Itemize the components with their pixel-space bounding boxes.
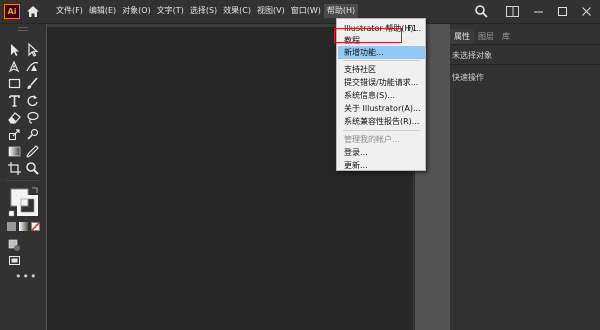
direct-selection-tool-icon[interactable] (25, 42, 40, 57)
menu-object[interactable]: 对象(O) (119, 4, 154, 18)
toolbar-divider (6, 180, 40, 181)
menu-item-updates[interactable]: 更新... (338, 159, 425, 172)
panel-divider (450, 64, 600, 65)
selection-tool-icon[interactable] (7, 42, 22, 57)
home-icon[interactable] (25, 4, 41, 19)
tab-libraries[interactable]: 库 (498, 29, 514, 44)
more-tools-icon[interactable]: ••• (15, 270, 37, 283)
app-logo: Ai (4, 4, 20, 19)
rectangle-tool-icon[interactable] (7, 76, 22, 91)
menu-separator (343, 130, 420, 131)
gradient-mode-icon[interactable] (19, 222, 28, 231)
menu-bar: Ai 文件(F) 编辑(E) 对象(O) 文字(T) 选择(S) 效果(C) 视… (0, 0, 600, 24)
menu-effect[interactable]: 效果(C) (220, 4, 254, 18)
menu-item-about[interactable]: 关于 Illustrator(A)... (338, 102, 425, 115)
menu-item-system-info[interactable]: 系统信息(S)... (338, 89, 425, 102)
search-icon[interactable] (474, 4, 489, 19)
lasso-tool-icon[interactable] (25, 110, 40, 125)
fill-stroke-swatch[interactable]: ? (8, 186, 40, 218)
zoom-tool-icon[interactable] (25, 161, 40, 176)
menu-select[interactable]: 选择(S) (187, 4, 220, 18)
rotate-tool-icon[interactable] (25, 93, 40, 108)
panel-divider (450, 44, 600, 45)
scale-tool-icon[interactable] (7, 127, 22, 142)
gradient-tool-icon[interactable] (7, 144, 22, 159)
close-icon[interactable] (579, 4, 594, 19)
draw-mode-icon[interactable] (7, 238, 22, 253)
minimize-icon[interactable] (531, 4, 546, 19)
menu-separator (343, 60, 420, 61)
toolbar-grip[interactable] (18, 27, 28, 31)
tab-layers[interactable]: 图层 (474, 29, 498, 44)
tutorial-callout-box (334, 28, 402, 43)
fill-color-mode-icon[interactable] (7, 222, 16, 231)
main-menu: 文件(F) 编辑(E) 对象(O) 文字(T) 选择(S) 效果(C) 视图(V… (53, 0, 359, 23)
warp-tool-icon[interactable] (25, 127, 40, 142)
menu-edit[interactable]: 编辑(E) (86, 4, 119, 18)
menu-help[interactable]: 帮助(H) (323, 4, 359, 18)
eraser-tool-icon[interactable] (7, 110, 22, 125)
quick-actions-label: 快速操作 (452, 73, 484, 82)
no-selection-label: 未选择对象 (452, 51, 492, 60)
menu-file[interactable]: 文件(F) (53, 4, 86, 18)
paintbrush-tool-icon[interactable] (25, 76, 40, 91)
menu-item-submit-bug[interactable]: 提交错误/功能请求... (338, 76, 425, 89)
menu-item-support-community[interactable]: 支持社区 (338, 63, 425, 76)
pen-tool-icon[interactable] (7, 59, 22, 74)
menu-type[interactable]: 文字(T) (154, 4, 187, 18)
panel-tabs: 属性 图层 库 (450, 29, 514, 44)
menu-item-compat-report[interactable]: 系统兼容性报告(R)... (338, 115, 425, 128)
artboard-tool-icon[interactable] (7, 161, 22, 176)
menu-item-whats-new[interactable]: 新增功能... (338, 46, 425, 59)
screen-mode-icon[interactable] (7, 253, 22, 268)
menu-window[interactable]: 窗口(W) (288, 4, 324, 18)
curvature-tool-icon[interactable] (25, 59, 40, 74)
none-mode-icon[interactable] (31, 222, 40, 231)
maximize-icon[interactable] (555, 4, 570, 19)
menu-item-manage-account: 管理我的帐户... (344, 135, 400, 144)
panels-icon[interactable] (506, 6, 519, 17)
tab-properties[interactable]: 属性 (450, 29, 474, 44)
properties-panel: 属性 图层 库 未选择对象 快速操作 (450, 24, 600, 330)
menu-item-sign-in[interactable]: 登录... (338, 146, 425, 159)
menu-view[interactable]: 视图(V) (254, 4, 288, 18)
tools-panel: ? ••• (0, 24, 46, 330)
eyedropper-tool-icon[interactable] (25, 144, 40, 159)
type-tool-icon[interactable] (7, 93, 22, 108)
